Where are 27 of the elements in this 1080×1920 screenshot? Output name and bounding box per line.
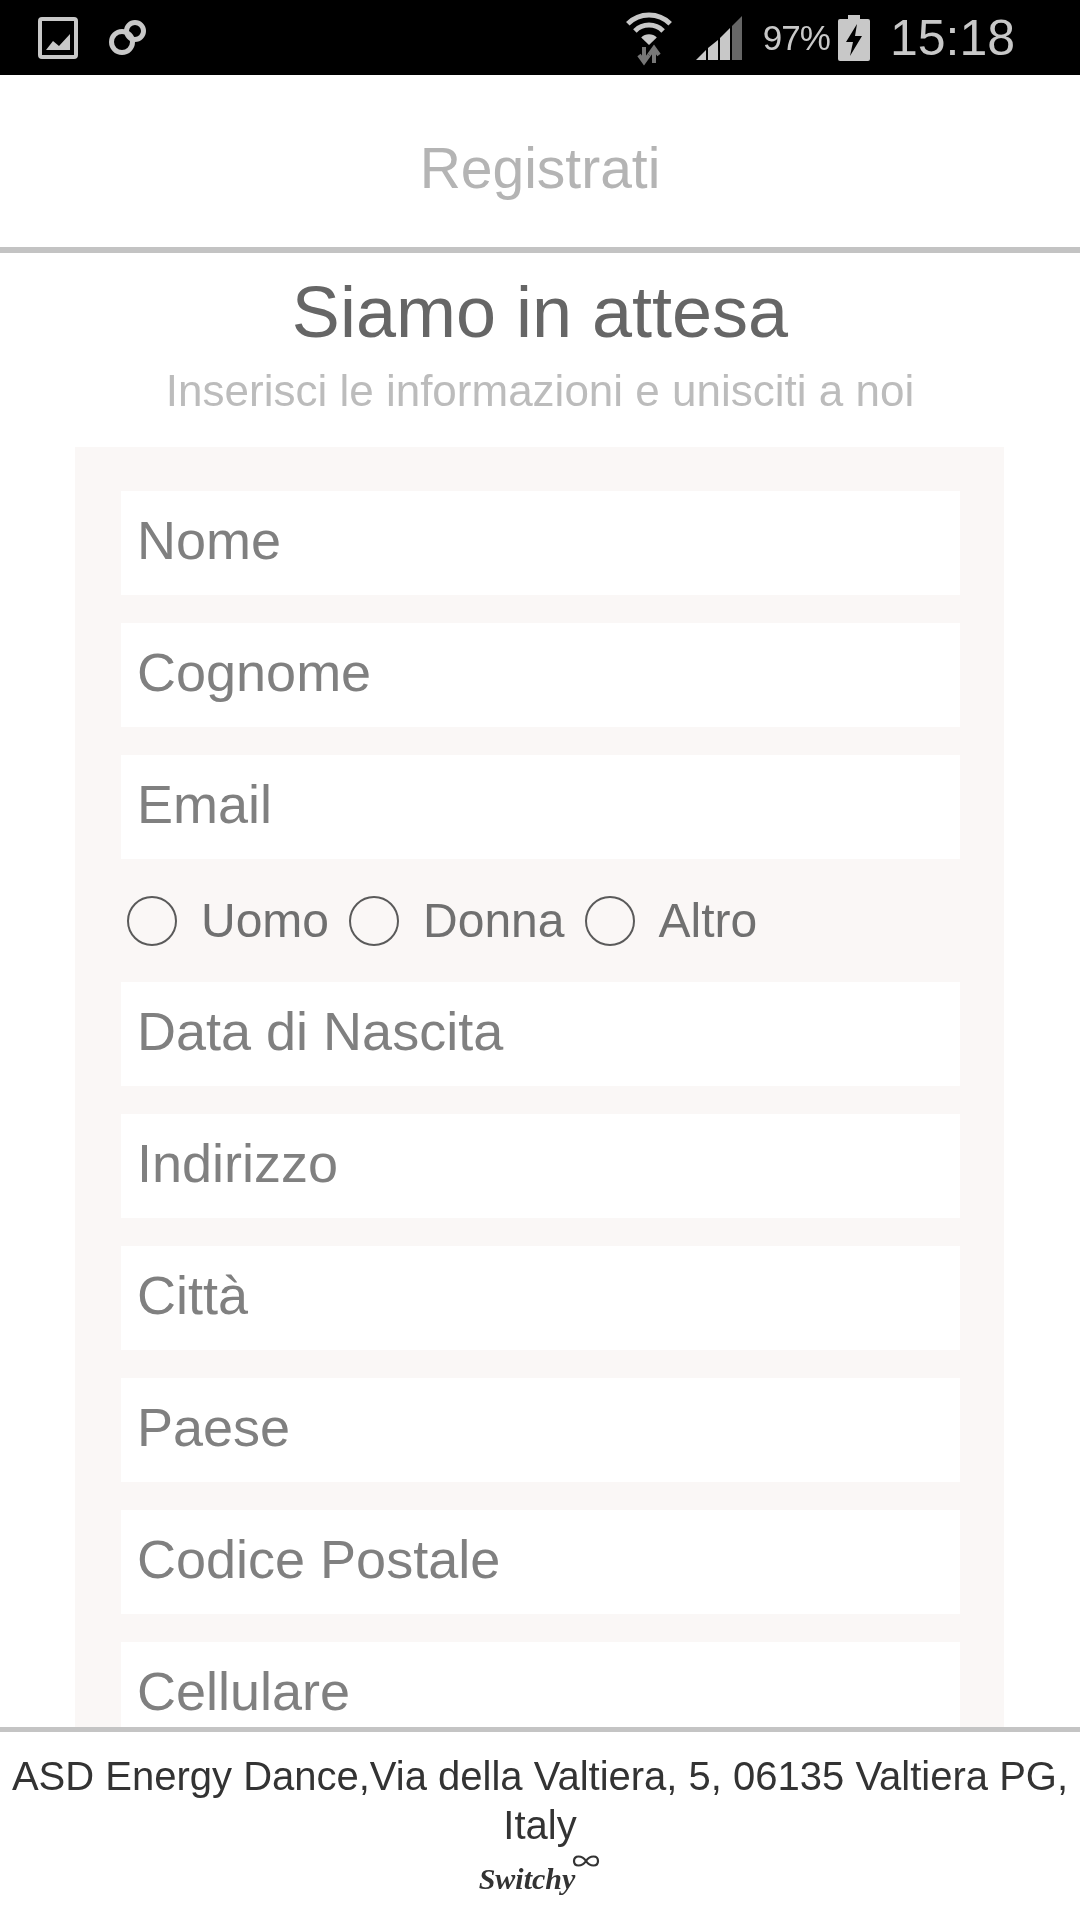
battery-percentage: 97% (762, 17, 830, 58)
text-field[interactable]: Cellulare (121, 1642, 960, 1727)
page-title: Registrati (419, 135, 661, 201)
radio-label: Uomo (201, 893, 330, 948)
rings-icon (108, 18, 148, 57)
subheading: Inserisci le informazioni e unisciti a noi (165, 365, 915, 417)
text-field[interactable]: Data di Nascita (121, 982, 960, 1086)
text-field[interactable]: Codice Postale (121, 1510, 960, 1614)
radio-label: Donna (423, 893, 565, 948)
text-field[interactable]: Email (121, 755, 960, 859)
text-field[interactable]: Cognome (121, 623, 960, 727)
text-field[interactable]: Indirizzo (121, 1114, 960, 1218)
text-field[interactable]: Nome (121, 491, 960, 595)
radio-button[interactable] (584, 895, 635, 946)
text-field[interactable]: Paese (121, 1378, 960, 1482)
signal-icon (695, 15, 743, 60)
radio-label: Altro (658, 893, 758, 948)
address-text: ASD Energy Dance,Via della Valtiera, 5, 06135 Valtiera PG, Italy (10, 1753, 1070, 1849)
radio-button[interactable] (127, 895, 177, 946)
text-field[interactable]: Città (121, 1246, 960, 1350)
radio-button[interactable] (349, 895, 400, 946)
infinity-icon (571, 1852, 602, 1870)
battery-charging-icon (837, 14, 870, 61)
brand-logo-text: Switchy (478, 1862, 576, 1896)
heading: Siamo in attesa (291, 271, 789, 354)
image-icon (38, 16, 78, 59)
clock-time: 15:18 (889, 8, 1015, 67)
